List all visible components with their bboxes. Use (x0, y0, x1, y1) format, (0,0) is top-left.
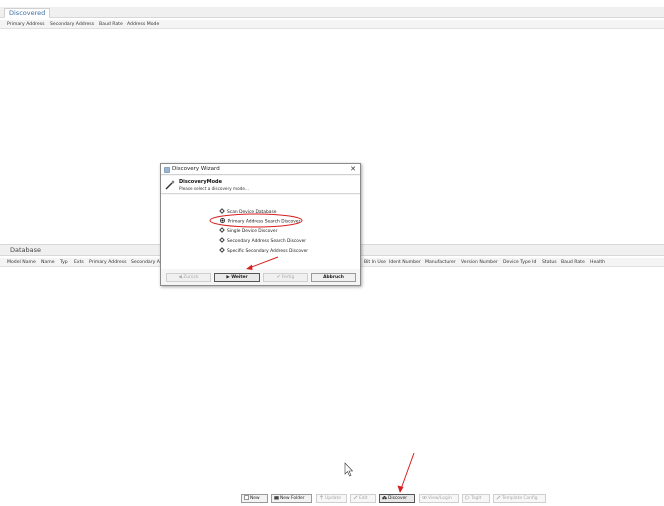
radio-selected-icon[interactable] (220, 218, 225, 223)
back-button[interactable]: ◀ Zurück (166, 273, 211, 282)
column-ident-number[interactable]: Ident Number (389, 258, 421, 267)
discovery-wizard-dialog: Discovery Wizard ✕ DiscoveryMode Please … (160, 163, 361, 286)
view-login-button[interactable]: View/Login (419, 494, 459, 503)
next-button[interactable]: ▶ Weiter (214, 273, 260, 282)
update-icon (319, 495, 324, 500)
mouse-cursor-icon (344, 462, 354, 477)
dialog-subheading: Please select a discovery mode... (179, 186, 249, 191)
new-button[interactable]: New (241, 494, 268, 503)
column-health[interactable]: Health (590, 258, 605, 267)
edit-button[interactable]: Edit (350, 494, 376, 503)
new-document-icon (244, 495, 249, 500)
wizard-window-icon (164, 167, 170, 173)
column-secondary-address[interactable]: Secondary Address (50, 20, 94, 29)
discover-button[interactable]: Discover (379, 494, 415, 503)
tagit-button[interactable]: TagIt (462, 494, 490, 503)
radio-icon[interactable] (219, 208, 225, 214)
column-baud-rate[interactable]: Baud Rate (99, 20, 123, 29)
column-name[interactable]: Name (41, 258, 55, 267)
dialog-heading: DiscoveryMode (179, 179, 222, 185)
option-secondary-address-search[interactable]: Secondary Address Search Discover (219, 237, 306, 244)
column-status[interactable]: Status (542, 258, 557, 267)
finish-button[interactable]: ✔ Fertig (263, 273, 308, 282)
tab-discovered[interactable]: Discovered (4, 8, 51, 18)
new-folder-button[interactable]: New Folder (271, 494, 312, 503)
tag-icon (465, 495, 470, 500)
column-version-number[interactable]: Version Number (461, 258, 498, 267)
dialog-header: DiscoveryMode Please select a discovery … (161, 176, 360, 194)
eye-icon (422, 495, 427, 500)
folder-icon (274, 496, 279, 500)
column-device-type-id[interactable]: Device Type Id (503, 258, 536, 267)
magic-wand-icon (165, 180, 175, 190)
discovery-mode-options: Scan Device Database Primary Address Sea… (161, 195, 360, 269)
column-address-mode[interactable]: Address Mode (127, 20, 159, 29)
discovered-tabbar: Discovered (0, 7, 664, 18)
column-secondary-address[interactable]: Secondary A (131, 258, 160, 267)
dialog-title: Discovery Wizard (172, 166, 220, 172)
radio-icon[interactable] (219, 237, 225, 243)
option-primary-address-search[interactable]: Primary Address Search Discover (220, 218, 300, 225)
column-manufacturer[interactable]: Manufacturer (425, 258, 456, 267)
discovered-column-header: Primary Address Secondary Address Baud R… (0, 20, 664, 29)
pencil-icon (353, 495, 358, 500)
option-specific-secondary-address[interactable]: Specific Secondary Address Discover (219, 247, 308, 254)
column-primary-address[interactable]: Primary Address (7, 20, 45, 29)
arrow-to-discover-button (397, 452, 415, 493)
column-exts[interactable]: Exts (74, 258, 84, 267)
cancel-button[interactable]: Abbruch (311, 273, 356, 282)
update-button[interactable]: Update (316, 494, 347, 503)
column-bit-in-use[interactable]: Bit In Use (364, 258, 386, 267)
pencil-icon (496, 495, 501, 500)
template-config-button[interactable]: Template Config (493, 494, 546, 503)
close-icon[interactable]: ✕ (350, 164, 356, 175)
binoculars-icon (382, 496, 387, 500)
dialog-titlebar[interactable]: Discovery Wizard ✕ (161, 164, 360, 175)
option-scan-device-database[interactable]: Scan Device Database (219, 208, 276, 215)
column-typ[interactable]: Typ (60, 258, 68, 267)
radio-icon[interactable] (219, 247, 225, 253)
column-model-name[interactable]: Model Name (7, 258, 36, 267)
column-baud-rate[interactable]: Baud Rate (561, 258, 585, 267)
option-single-device-discover[interactable]: Single Device Discover (219, 227, 277, 234)
tab-database[interactable]: Database (6, 246, 45, 256)
radio-icon[interactable] (219, 227, 225, 233)
column-primary-address[interactable]: Primary Address (89, 258, 127, 267)
